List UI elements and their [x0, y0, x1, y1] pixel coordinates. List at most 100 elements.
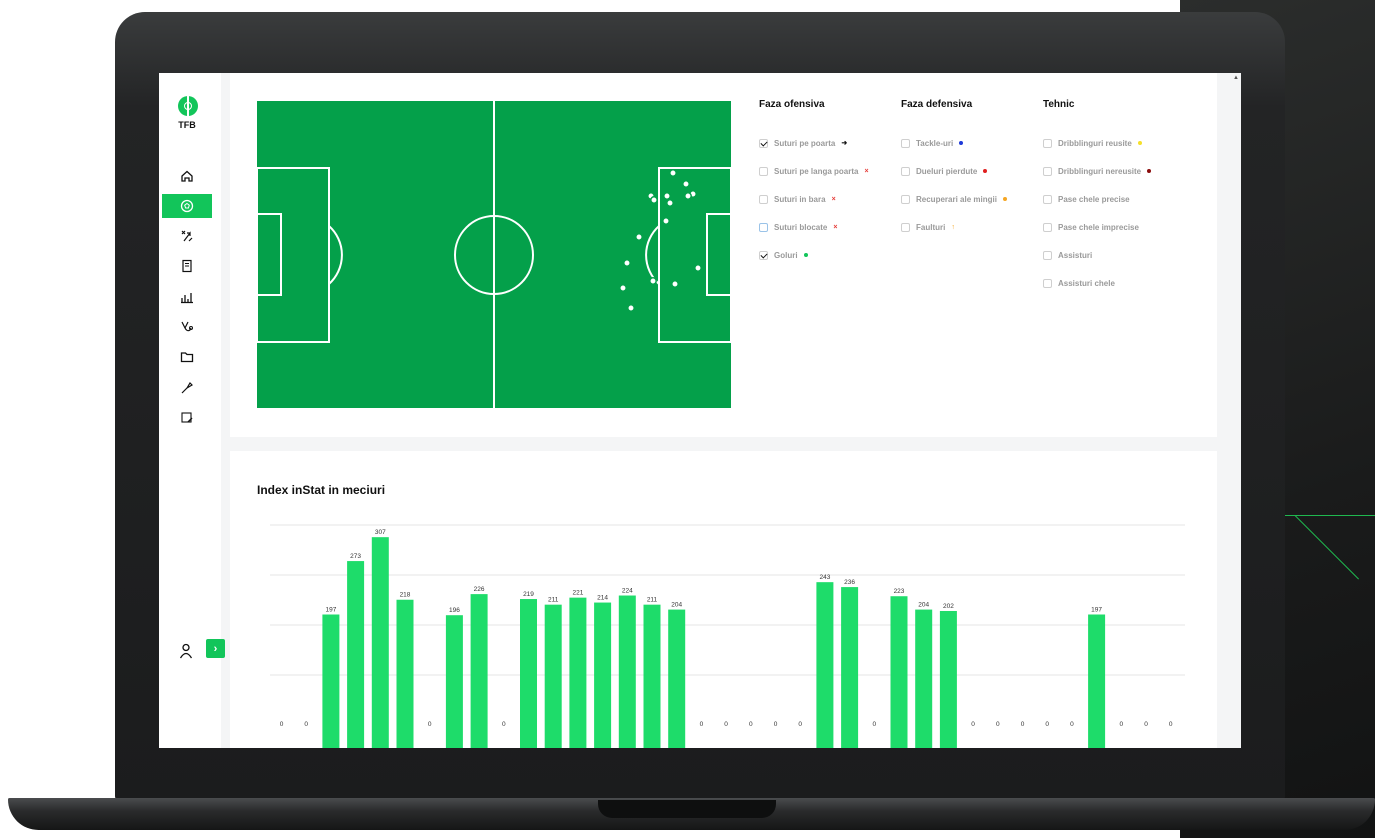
filter-label: Recuperari ale mingii [916, 194, 997, 204]
folder-icon [180, 352, 194, 363]
filter-option[interactable]: Pase chele imprecise [1043, 213, 1183, 241]
filter-column-title: Faza defensiva [901, 99, 973, 110]
filter-checkbox[interactable] [1043, 250, 1052, 260]
filter-checkbox[interactable] [759, 222, 768, 232]
bar-value-label: 236 [844, 579, 855, 586]
shot-marker[interactable] [666, 199, 674, 207]
filter-option[interactable]: Suturi in bara × [759, 185, 899, 213]
filter-checkbox[interactable] [759, 166, 768, 176]
chart-bar[interactable] [643, 604, 661, 748]
filter-label: Suturi pe poarta [774, 138, 836, 148]
shot-marker[interactable] [635, 233, 643, 241]
bar-value-label: 197 [1091, 607, 1102, 614]
filter-checkbox[interactable] [759, 194, 768, 204]
chart-bar[interactable] [347, 561, 365, 748]
filter-option[interactable]: Suturi blocate × [759, 213, 899, 241]
filter-option[interactable]: Assisturi chele [1043, 269, 1183, 297]
filter-option[interactable]: Pase chele precise [1043, 185, 1183, 213]
bar-value-label: 0 [996, 721, 1000, 728]
expand-sidebar-button[interactable]: › [206, 639, 225, 658]
filter-checkbox[interactable] [1043, 278, 1052, 288]
shot-marker[interactable] [663, 192, 671, 200]
nav-tactics[interactable] [162, 224, 212, 248]
nav-stats[interactable] [162, 285, 212, 309]
bar-value-label: 0 [304, 721, 308, 728]
legend-dot-icon [983, 169, 988, 173]
chart-bar[interactable] [816, 582, 834, 748]
chart-bar[interactable] [371, 537, 389, 748]
shot-marker[interactable] [684, 192, 692, 200]
bar-value-label: 0 [428, 721, 432, 728]
bar-value-label: 226 [474, 586, 485, 593]
bar-value-label: 0 [971, 721, 975, 728]
bar-value-label: 223 [894, 588, 905, 595]
filter-option[interactable]: Dueluri pierdute [901, 157, 1041, 185]
nav-medical[interactable] [162, 315, 212, 339]
nav-football[interactable] [162, 194, 212, 218]
shot-marker[interactable] [694, 264, 702, 272]
bar-value-label: 0 [1021, 721, 1025, 728]
filter-option[interactable]: Suturi pe langa poarta × [759, 157, 899, 185]
report-icon [182, 259, 192, 273]
nav-notes[interactable] [162, 406, 212, 430]
chart-bar[interactable] [939, 610, 957, 748]
chart-bar[interactable] [618, 595, 636, 748]
filter-option[interactable]: Faulturi ↑ [901, 213, 1041, 241]
chart-bar[interactable] [1088, 614, 1106, 748]
bar-value-label: 0 [798, 721, 802, 728]
chart-bar[interactable] [322, 614, 340, 748]
filter-label: Assisturi chele [1058, 278, 1115, 288]
instat-chart-card: Index inStat in meciuri 0 0 197 273 307 218 0 1… [230, 451, 1217, 748]
shot-marker[interactable] [671, 280, 679, 288]
shot-marker[interactable] [662, 217, 670, 225]
filter-checkbox[interactable] [1043, 138, 1052, 148]
filter-checkbox[interactable] [901, 194, 910, 204]
nav-folder[interactable] [162, 345, 212, 369]
filter-option[interactable]: Suturi pe poarta ➜ [759, 129, 899, 157]
shot-marker[interactable] [623, 259, 631, 267]
chart-bar[interactable] [841, 587, 859, 748]
filter-option[interactable]: Dribblinguri reusite [1043, 129, 1183, 157]
nav-whistle[interactable] [162, 376, 212, 400]
filter-option[interactable]: Recuperari ale mingii [901, 185, 1041, 213]
bar-value-label: 0 [700, 721, 704, 728]
chart-bar[interactable] [396, 599, 414, 748]
bar-value-label: 197 [325, 607, 336, 614]
nav-home[interactable] [162, 164, 212, 188]
filter-checkbox[interactable] [1043, 194, 1052, 204]
chart-bar[interactable] [594, 602, 612, 748]
chart-bar[interactable] [890, 596, 908, 748]
shot-marker[interactable] [649, 277, 657, 285]
filter-checkbox[interactable] [759, 138, 768, 148]
filter-checkbox[interactable] [901, 222, 910, 232]
scroll-up-arrow[interactable]: ▲ [1233, 75, 1239, 81]
filter-checkbox[interactable] [1043, 222, 1052, 232]
filter-option[interactable]: Dribblinguri nereusite [1043, 157, 1183, 185]
shot-marker[interactable] [619, 284, 627, 292]
chart-bar[interactable] [915, 609, 933, 748]
bar-value-label: 0 [872, 721, 876, 728]
legend-dot-icon [1147, 169, 1152, 173]
filter-checkbox[interactable] [759, 250, 768, 260]
chart-bar[interactable] [569, 597, 587, 748]
shot-marker[interactable] [669, 169, 677, 177]
filter-option[interactable]: Assisturi [1043, 241, 1183, 269]
chart-bar[interactable] [668, 609, 686, 748]
filter-option[interactable]: Tackle-uri [901, 129, 1041, 157]
filter-label: Suturi pe langa poarta [774, 166, 859, 176]
nav-report[interactable] [162, 254, 212, 278]
chart-bar[interactable] [445, 615, 463, 748]
chart-bar[interactable] [520, 599, 537, 748]
shot-marker[interactable] [650, 196, 658, 204]
chart-bar[interactable] [470, 594, 488, 748]
shot-marker[interactable] [627, 304, 635, 312]
chart-bar[interactable] [544, 604, 562, 748]
legend-marker-icon: × [864, 167, 869, 175]
shot-marker[interactable] [682, 180, 690, 188]
filter-checkbox[interactable] [901, 138, 910, 148]
filter-checkbox[interactable] [1043, 166, 1052, 176]
filter-checkbox[interactable] [901, 166, 910, 176]
filter-option[interactable]: Goluri [759, 241, 899, 269]
user-icon[interactable] [179, 643, 193, 659]
football-pitch [257, 101, 731, 408]
